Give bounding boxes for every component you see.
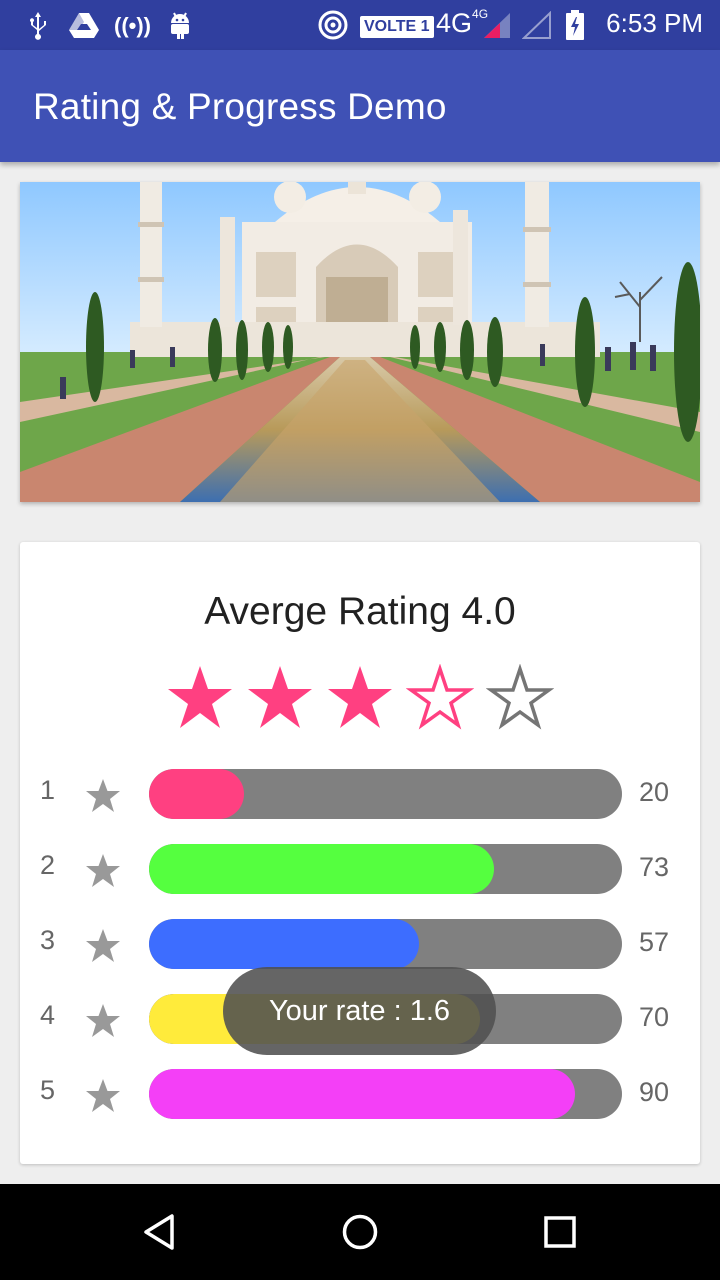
rating-row-label: 3 <box>40 925 56 955</box>
svg-text:((•)): ((•)) <box>114 13 151 38</box>
star-outline-icon[interactable] <box>486 664 554 732</box>
battery-icon <box>564 9 586 41</box>
star-icon[interactable] <box>326 664 394 732</box>
android-icon <box>166 9 194 41</box>
hero-image <box>20 182 700 502</box>
star-icon <box>86 1004 120 1037</box>
progress-bar <box>149 1069 622 1119</box>
signal-icon <box>482 9 512 41</box>
rating-row-label: 4 <box>40 1000 56 1030</box>
rating-card: Averge Rating 4.0 1 20 2 73 3 57 4 70 5 … <box>20 542 700 1164</box>
progress-fill <box>149 919 419 969</box>
rating-row-1: 1 20 <box>20 769 700 819</box>
star-icon[interactable] <box>166 664 234 732</box>
rating-row-count: 90 <box>639 1077 670 1107</box>
star-icon[interactable] <box>246 664 314 732</box>
rating-row-count: 73 <box>639 852 670 882</box>
rating-row-3: 3 57 <box>20 919 700 969</box>
progress-bar <box>149 769 622 819</box>
network-type: 4G4G <box>436 7 489 38</box>
home-icon[interactable] <box>336 1208 384 1256</box>
signal-empty-icon <box>522 9 552 41</box>
star-outline-icon[interactable] <box>406 664 474 732</box>
drive-icon <box>68 9 100 41</box>
average-rating-title: Averge Rating 4.0 <box>204 590 516 633</box>
toast-message: Your rate : 1.6 <box>223 967 496 1055</box>
rating-row-count: 20 <box>639 777 670 807</box>
navigation-bar <box>0 1184 720 1280</box>
clock: 6:53 PM <box>606 8 703 38</box>
rating-row-label: 2 <box>40 850 56 880</box>
rating-row-2: 2 73 <box>20 844 700 894</box>
star-icon <box>86 854 120 887</box>
rating-row-label: 1 <box>40 775 56 805</box>
average-rating-bar[interactable] <box>166 664 566 732</box>
progress-fill <box>149 1069 575 1119</box>
rating-row-count: 70 <box>639 1002 670 1032</box>
rating-row-5: 5 90 <box>20 1069 700 1119</box>
usb-icon <box>24 9 52 41</box>
progress-bar <box>149 919 622 969</box>
rating-row-count: 57 <box>639 927 670 957</box>
app-bar: Rating & Progress Demo <box>0 50 720 162</box>
page-title: Rating & Progress Demo <box>33 86 447 127</box>
progress-bar <box>149 844 622 894</box>
status-bar: ((•)) VOLTE 1 4G4G 6:53 PM <box>0 0 720 50</box>
wifi-call-icon <box>316 9 350 41</box>
star-icon <box>86 929 120 962</box>
progress-fill <box>149 844 495 894</box>
star-icon <box>86 779 120 812</box>
back-icon[interactable] <box>136 1208 184 1256</box>
star-icon <box>86 1079 120 1112</box>
rating-row-label: 5 <box>40 1075 56 1105</box>
hotspot-icon: ((•)) <box>114 9 152 41</box>
recents-icon[interactable] <box>536 1208 584 1256</box>
progress-fill <box>149 769 244 819</box>
volte-badge: VOLTE 1 <box>360 16 434 38</box>
